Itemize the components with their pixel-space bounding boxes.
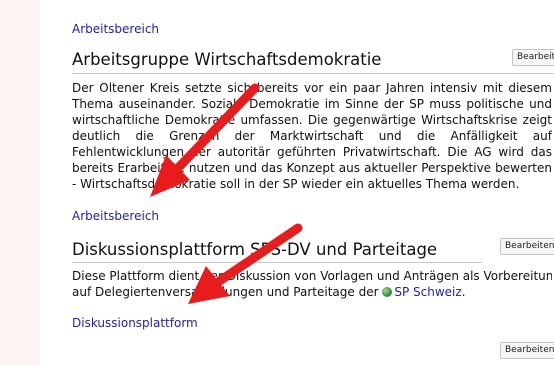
- top-arbeitsbereich-link[interactable]: Arbeitsbereich: [72, 22, 159, 36]
- text-line: deutlich die Grenzen der Marktwirtschaft…: [72, 129, 552, 143]
- section-heading-wirtschaftsdemokratie: Arbeitsgruppe Wirtschaftsdemokratie: [72, 50, 382, 69]
- text-line-with-link: auf Delegiertenversammlungen und Parteit…: [72, 284, 552, 300]
- text-line: Fehlentwicklungen der autoritär geführte…: [72, 145, 552, 159]
- text-line: Der Oltener Kreis setzte sich bereits vo…: [72, 81, 552, 95]
- text-line: wirtschaftliche Demokratie umfassen. Die…: [72, 113, 552, 127]
- globe-icon: [382, 287, 393, 297]
- edit-button-wirtschaftsdemokratie[interactable]: Bearbeiten: [512, 49, 554, 66]
- heading-underline: [72, 73, 554, 74]
- section-heading-diskussionsplattform: Diskussionsplattform SPS-DV und Parteita…: [72, 240, 438, 259]
- left-strip: [0, 0, 40, 365]
- content-area: Arbeitsbereich Arbeitsgruppe Wirtschafts…: [72, 0, 554, 365]
- edit-button-diskussionsplattform[interactable]: Bearbeiten: [500, 238, 554, 255]
- text-line: Diese Plattform dient der Diskussion von…: [72, 269, 552, 283]
- arbeitsbereich-link[interactable]: Arbeitsbereich: [72, 209, 159, 223]
- text-fragment: auf Delegiertenversammlungen und Parteit…: [72, 285, 379, 299]
- heading-underline: [72, 262, 482, 263]
- text-fragment: .: [461, 285, 466, 299]
- section-text-diskussionsplattform: Diese Plattform dient der Diskussion von…: [72, 268, 552, 300]
- section-text-wirtschaftsdemokratie: Der Oltener Kreis setzte sich bereits vo…: [72, 80, 552, 192]
- text-line: - Wirtschaftsdemokratie soll in der SP w…: [72, 177, 520, 191]
- sp-schweiz-link[interactable]: SP Schweiz: [394, 285, 461, 299]
- diskussionsplattform-link[interactable]: Diskussionsplattform: [72, 316, 198, 330]
- text-line: Thema auseinander. Soziale Demokratie im…: [72, 97, 552, 111]
- edit-button-bottom[interactable]: Bearbeiten: [500, 342, 554, 359]
- text-line: bereits Erarbeitete nutzen und das Konze…: [72, 161, 552, 175]
